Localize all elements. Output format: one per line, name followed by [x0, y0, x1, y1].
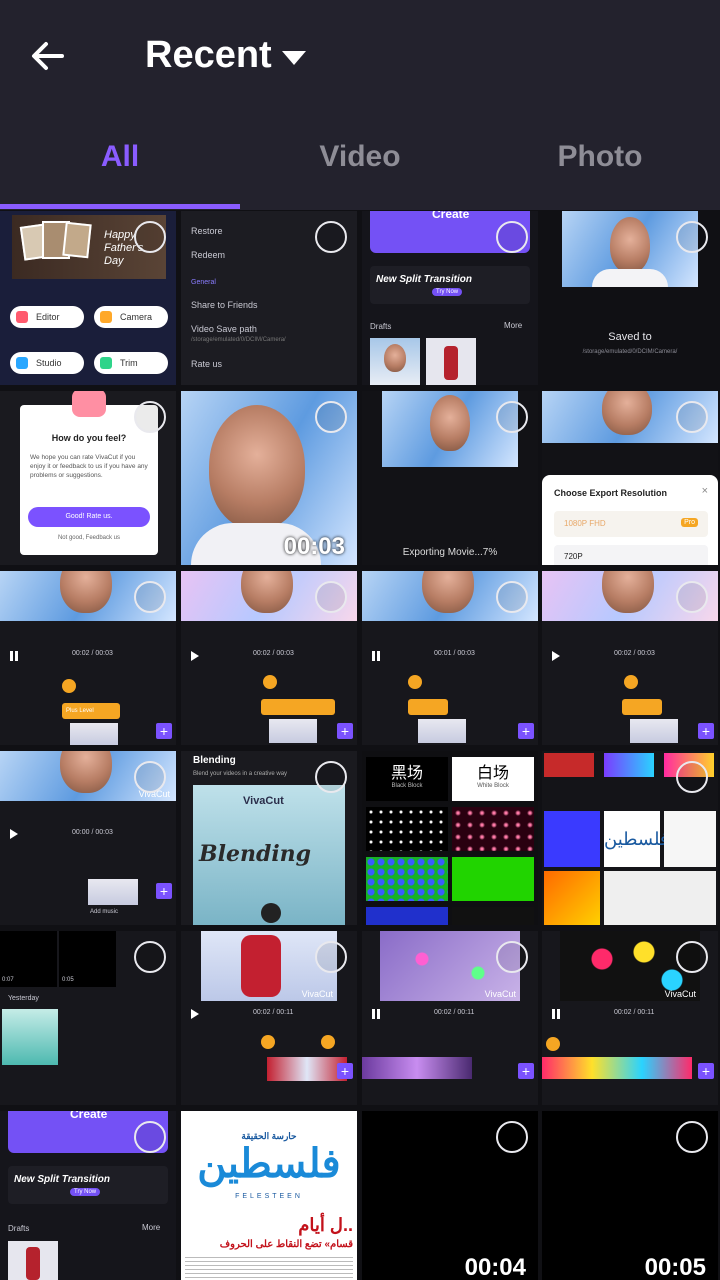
media-thumbnail[interactable]: 00:04 — [362, 1111, 538, 1280]
media-thumbnail[interactable]: 0:07 0:05 Yesterday — [0, 931, 176, 1105]
media-thumbnail[interactable]: VivaCut 00:02 / 00:11 + — [181, 931, 357, 1105]
select-circle[interactable] — [134, 761, 166, 793]
album-dropdown[interactable]: Recent — [145, 34, 306, 77]
select-circle[interactable] — [676, 401, 708, 433]
media-thumbnail[interactable]: 00:02 / 00:03 + — [181, 571, 357, 745]
media-thumbnail[interactable]: Choose Export Resolution × 1080P FHD Pro… — [542, 391, 718, 565]
select-circle[interactable] — [496, 941, 528, 973]
media-thumbnail[interactable]: Saved to /storage/emulated/0/DCIM/Camera… — [542, 211, 718, 385]
select-circle[interactable] — [134, 581, 166, 613]
media-thumbnail[interactable]: VivaCut 00:00 / 00:03 Add music + — [0, 751, 176, 925]
export-resolution-dialog: Choose Export Resolution × 1080P FHD Pro… — [542, 475, 718, 565]
media-thumbnail[interactable]: VivaCut 00:02 / 00:11 + — [362, 931, 538, 1105]
play-icon — [191, 1009, 199, 1019]
tab-indicator — [0, 204, 240, 209]
media-thumbnail[interactable]: How do you feel? We hope you can rate Vi… — [0, 391, 176, 565]
select-circle[interactable] — [315, 941, 347, 973]
studio-button: Studio — [10, 352, 84, 374]
select-circle[interactable] — [496, 401, 528, 433]
media-thumbnail[interactable]: 黑场 Black Block 白场 White Block — [362, 751, 538, 925]
tab-photo[interactable]: Photo — [480, 140, 720, 174]
promo-banner: New Split Transition Try Now — [370, 266, 530, 304]
pause-icon — [372, 651, 380, 661]
media-thumbnail[interactable]: 00:03 — [181, 391, 357, 565]
media-thumbnail[interactable]: 00:01 / 00:03 + — [362, 571, 538, 745]
tab-video[interactable]: Video — [240, 140, 480, 174]
media-thumbnail[interactable]: Restore Redeem General Share to Friends … — [181, 211, 357, 385]
select-circle[interactable] — [676, 761, 708, 793]
trim-button: Trim — [94, 352, 168, 374]
play-icon — [552, 651, 560, 661]
media-thumbnail[interactable]: Create New Split Transition Try Now Draf… — [362, 211, 538, 385]
select-circle[interactable] — [496, 581, 528, 613]
select-circle[interactable] — [676, 941, 708, 973]
close-icon: × — [701, 485, 708, 497]
media-thumbnail[interactable]: Happy Father's Day Editor Camera Studio … — [0, 211, 176, 385]
media-tabs: All Video Photo — [0, 140, 720, 210]
pause-icon — [10, 651, 18, 661]
back-arrow-icon[interactable] — [28, 36, 68, 76]
play-icon — [261, 903, 281, 923]
select-circle[interactable] — [676, 1121, 708, 1153]
select-circle[interactable] — [315, 761, 347, 793]
pause-icon — [552, 1009, 560, 1019]
select-circle[interactable] — [134, 221, 166, 253]
play-icon — [191, 651, 199, 661]
select-circle[interactable] — [134, 941, 166, 973]
play-icon — [10, 829, 18, 839]
select-circle[interactable] — [496, 221, 528, 253]
camera-button: Camera — [94, 306, 168, 328]
pause-icon — [372, 1009, 380, 1019]
select-circle[interactable] — [496, 1121, 528, 1153]
select-circle[interactable] — [315, 401, 347, 433]
media-thumbnail[interactable]: VivaCut 00:02 / 00:11 + — [542, 931, 718, 1105]
select-circle[interactable] — [315, 581, 347, 613]
top-bar: Recent All Video Photo — [0, 0, 720, 210]
album-title: Recent — [145, 34, 272, 76]
select-circle[interactable] — [676, 581, 708, 613]
thumbs-up-icon — [72, 391, 106, 417]
media-thumbnail[interactable]: Exporting Movie...7% — [362, 391, 538, 565]
select-circle[interactable] — [134, 401, 166, 433]
select-circle[interactable] — [676, 221, 708, 253]
select-circle[interactable] — [315, 221, 347, 253]
media-thumbnail[interactable]: Create New Split Transition Try Now Draf… — [0, 1111, 176, 1280]
select-circle[interactable] — [134, 1121, 166, 1153]
media-thumbnail[interactable]: 00:02 / 00:03 Plus Level + — [0, 571, 176, 745]
media-thumbnail[interactable]: حارسة الحقيقة فلسطين FELESTEEN ل أيام.. … — [181, 1111, 357, 1280]
media-thumbnail[interactable]: 00:02 / 00:03 + — [542, 571, 718, 745]
tab-all[interactable]: All — [0, 140, 240, 174]
media-thumbnail[interactable]: فلسطين — [542, 751, 718, 925]
editor-button: Editor — [10, 306, 84, 328]
caret-down-icon — [281, 50, 306, 65]
media-thumbnail[interactable]: Blending Blend your videos in a creative… — [181, 751, 357, 925]
media-thumbnail[interactable]: 00:05 — [542, 1111, 718, 1280]
